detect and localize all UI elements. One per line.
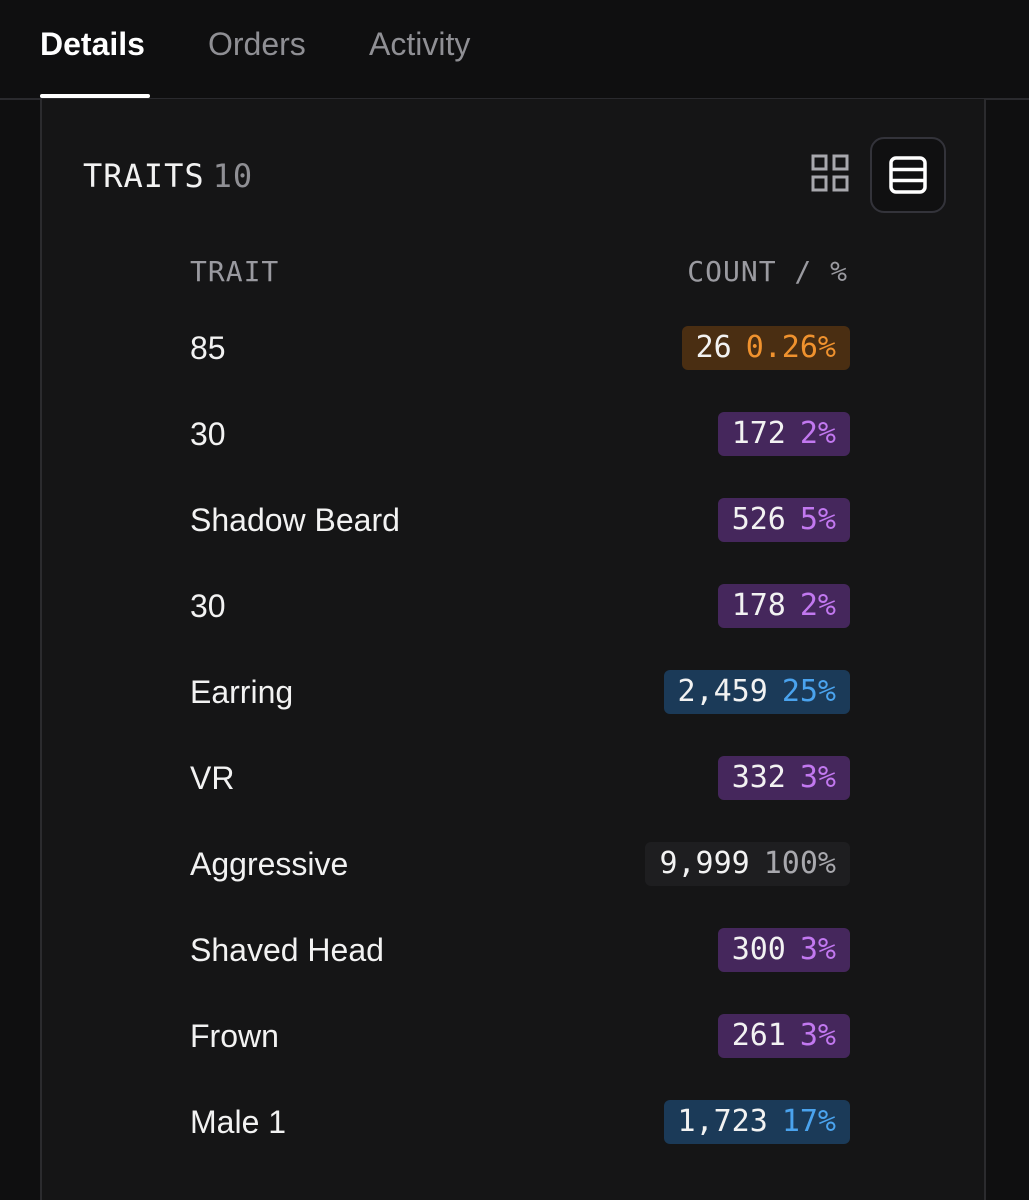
tab-bar: Details Orders Activity (0, 0, 1029, 100)
trait-rarity-badge[interactable]: 1,723 17% (663, 1100, 850, 1144)
trait-rarity-badge[interactable]: 332 3% (717, 756, 850, 800)
trait-count: 300 (731, 932, 786, 967)
column-header-count: COUNT / % (687, 255, 848, 288)
trait-rarity-badge[interactable]: 178 2% (717, 584, 850, 628)
trait-row: Earring 2,459 25% (190, 670, 850, 714)
trait-count: 26 (695, 330, 732, 365)
trait-count: 172 (731, 416, 786, 451)
tab-activity[interactable]: Activity (369, 24, 470, 64)
trait-name: Male 1 (190, 1104, 287, 1140)
list-view-icon (889, 156, 927, 194)
trait-name: 30 (190, 588, 226, 624)
list-view-button[interactable] (870, 137, 946, 213)
trait-count: 261 (731, 1018, 786, 1053)
trait-count: 332 (731, 760, 786, 795)
trait-rarity-badge[interactable]: 526 5% (717, 498, 850, 542)
trait-name: 30 (190, 416, 226, 452)
trait-percent: 100% (763, 846, 836, 881)
trait-count: 9,999 (659, 846, 750, 881)
grid-view-icon (811, 154, 849, 192)
traits-heading: TRAITS 10 (83, 153, 253, 199)
trait-rarity-badge[interactable]: 26 0.26% (681, 326, 850, 370)
trait-row: Aggressive 9,999 100% (190, 842, 850, 886)
column-header-trait: TRAIT (190, 255, 280, 288)
trait-row: Shaved Head 300 3% (190, 928, 850, 972)
trait-percent: 25% (781, 674, 836, 709)
trait-row: VR 332 3% (190, 756, 850, 800)
trait-percent: 2% (799, 588, 836, 623)
trait-percent: 3% (799, 932, 836, 967)
trait-row: Male 1 1,723 17% (190, 1100, 850, 1144)
trait-count: 1,723 (677, 1104, 768, 1139)
trait-row: 85 26 0.26% (190, 326, 850, 370)
trait-percent: 17% (781, 1104, 836, 1139)
trait-name: VR (190, 760, 235, 796)
traits-count: 10 (212, 157, 254, 195)
trait-name: Shadow Beard (190, 502, 400, 538)
trait-rarity-badge[interactable]: 9,999 100% (645, 842, 850, 886)
trait-count: 178 (731, 588, 786, 623)
trait-row: 30 178 2% (190, 584, 850, 628)
trait-count: 2,459 (677, 674, 768, 709)
trait-rarity-badge[interactable]: 172 2% (717, 412, 850, 456)
trait-count: 526 (731, 502, 786, 537)
trait-percent: 2% (799, 416, 836, 451)
trait-percent: 3% (799, 760, 836, 795)
trait-row: 30 172 2% (190, 412, 850, 456)
trait-row: Shadow Beard 526 5% (190, 498, 850, 542)
tab-orders[interactable]: Orders (208, 24, 306, 64)
trait-name: Earring (190, 674, 294, 710)
grid-view-button[interactable] (802, 153, 858, 201)
trait-rarity-badge[interactable]: 2,459 25% (663, 670, 850, 714)
trait-name: 85 (190, 330, 226, 366)
trait-name: Frown (190, 1018, 279, 1054)
tab-details[interactable]: Details (40, 24, 145, 64)
traits-panel: TRAITS 10 TRAIT COUNT / % 85 26 0.26% 30 172 2… (40, 99, 986, 1200)
trait-name: Shaved Head (190, 932, 384, 968)
active-tab-indicator (40, 94, 150, 98)
traits-title: TRAITS (83, 157, 205, 195)
trait-percent: 0.26% (745, 330, 836, 365)
trait-rarity-badge[interactable]: 261 3% (717, 1014, 850, 1058)
trait-percent: 5% (799, 502, 836, 537)
trait-row: Frown 261 3% (190, 1014, 850, 1058)
trait-name: Aggressive (190, 846, 349, 882)
trait-rarity-badge[interactable]: 300 3% (717, 928, 850, 972)
trait-percent: 3% (799, 1018, 836, 1053)
